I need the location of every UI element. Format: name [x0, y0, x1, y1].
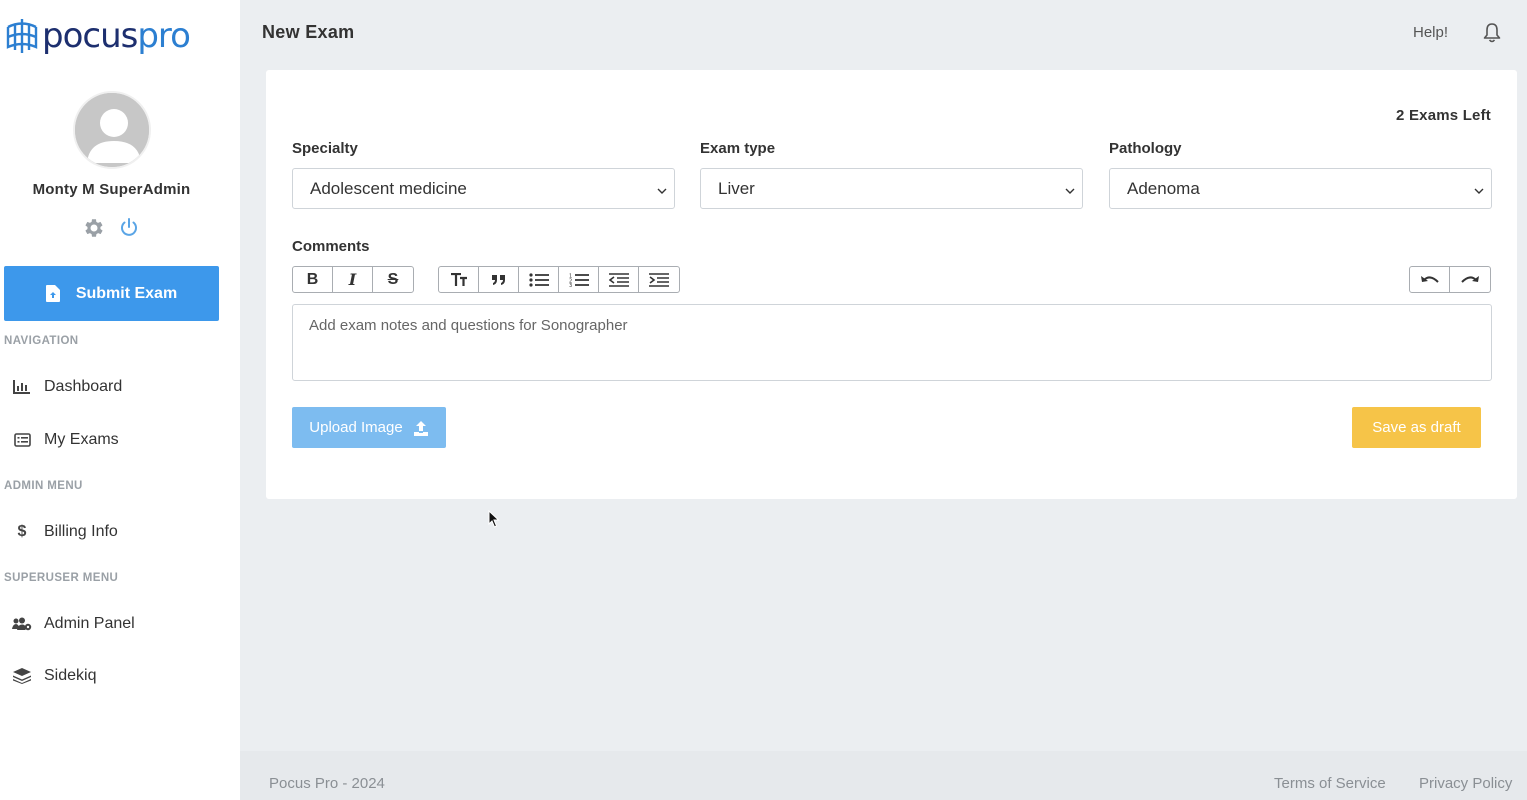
bold-button[interactable]: B: [293, 267, 333, 292]
exams-left-count: 2 Exams Left: [1396, 107, 1491, 124]
sidebar-item-label: Billing Info: [44, 523, 118, 540]
terms-of-service-link[interactable]: Terms of Service: [1274, 775, 1386, 792]
sidebar-item-label: My Exams: [44, 431, 119, 448]
sidebar-item-admin-panel[interactable]: Admin Panel: [0, 604, 240, 644]
toolbar-history-group: [1409, 266, 1491, 293]
quote-icon: [491, 274, 505, 285]
bullet-list-icon: [528, 272, 549, 287]
bell-icon[interactable]: [1481, 22, 1503, 49]
dollar-icon: $: [17, 523, 27, 540]
pathology-value: Adenoma: [1127, 178, 1200, 198]
chevron-down-icon: [1473, 182, 1485, 202]
bullet-list-button[interactable]: [519, 267, 559, 292]
user-name: Monty M SuperAdmin: [32, 181, 191, 198]
redo-icon: [1461, 275, 1479, 283]
comments-placeholder: Add exam notes and questions for Sonogra…: [309, 317, 628, 334]
chevron-down-icon: [1064, 182, 1076, 202]
upload-image-label: Upload Image: [309, 419, 403, 436]
new-exam-card: 2 Exams Left Specialty Adolescent medici…: [266, 70, 1517, 499]
avatar[interactable]: [73, 91, 151, 169]
save-as-draft-button[interactable]: Save as draft: [1352, 407, 1481, 448]
upload-icon: [413, 420, 428, 436]
help-link[interactable]: Help!: [1413, 24, 1448, 41]
exam-type-label: Exam type: [700, 140, 776, 157]
sidebar-item-label: Dashboard: [44, 378, 123, 395]
file-upload-icon: [45, 285, 60, 302]
avatar-icon: [75, 93, 149, 167]
layers-icon: [0, 668, 44, 684]
save-as-draft-label: Save as draft: [1372, 419, 1461, 436]
sidebar-item-dashboard[interactable]: Dashboard: [0, 367, 240, 407]
bold-icon: B: [306, 270, 319, 288]
chart-icon: [0, 380, 44, 394]
section-navigation: NAVIGATION: [4, 335, 79, 347]
brand-logo[interactable]: pocuspro: [4, 14, 191, 58]
sidebar-item-label: Sidekiq: [44, 667, 97, 684]
section-admin-menu: ADMIN MENU: [4, 480, 83, 492]
section-superuser-menu: SUPERUSER MENU: [4, 572, 119, 584]
comments-label: Comments: [292, 238, 370, 255]
italic-button[interactable]: I: [333, 267, 373, 292]
page-title: New Exam: [262, 22, 355, 42]
toolbar-format-group: B I S: [292, 266, 414, 293]
numbered-list-button[interactable]: 123: [559, 267, 599, 292]
redo-button[interactable]: [1450, 267, 1490, 292]
specialty-label: Specialty: [292, 140, 358, 157]
submit-exam-label: Submit Exam: [75, 284, 178, 302]
italic-icon: I: [348, 270, 357, 289]
sidebar-item-my-exams[interactable]: My Exams: [0, 420, 240, 460]
logo-icon: [6, 19, 38, 53]
indent-icon: [649, 272, 669, 287]
sidebar-item-billing-info[interactable]: $ Billing Info: [0, 512, 240, 552]
heading-icon: [450, 272, 467, 286]
logo-text-pro: pro: [137, 16, 191, 56]
pathology-select[interactable]: Adenoma: [1109, 168, 1492, 209]
undo-button[interactable]: [1410, 267, 1450, 292]
logo-text-pocus: pocus: [42, 16, 138, 56]
cursor-icon: [488, 509, 500, 533]
strikethrough-button[interactable]: S: [373, 267, 413, 292]
strikethrough-icon: S: [387, 270, 399, 288]
upload-image-button[interactable]: Upload Image: [292, 407, 446, 448]
pathology-label: Pathology: [1109, 140, 1182, 157]
comments-editor[interactable]: Add exam notes and questions for Sonogra…: [292, 304, 1492, 381]
heading-button[interactable]: [439, 267, 479, 292]
quote-button[interactable]: [479, 267, 519, 292]
svg-text:3: 3: [569, 283, 572, 287]
chevron-down-icon: [656, 182, 668, 202]
toolbar-block-group: 123: [438, 266, 680, 293]
numbered-list-icon: 123: [569, 273, 589, 287]
sidebar: pocuspro Monty M SuperAdmin Submit Exam …: [0, 0, 240, 800]
sidebar-item-sidekiq[interactable]: Sidekiq: [0, 656, 240, 696]
outdent-button[interactable]: [599, 267, 639, 292]
footer: Pocus Pro - 2024 Terms of Service Privac…: [240, 751, 1527, 800]
submit-exam-button[interactable]: Submit Exam: [4, 266, 219, 321]
users-cog-icon: [0, 617, 44, 631]
footer-copyright: Pocus Pro - 2024: [269, 775, 385, 792]
exam-type-value: Liver: [718, 178, 755, 198]
indent-button[interactable]: [639, 267, 679, 292]
outdent-icon: [608, 272, 629, 287]
undo-icon: [1420, 275, 1439, 283]
list-icon: [0, 433, 44, 447]
exam-type-select[interactable]: Liver: [700, 168, 1083, 209]
sidebar-item-label: Admin Panel: [44, 615, 135, 632]
power-icon[interactable]: [118, 217, 140, 244]
privacy-policy-link[interactable]: Privacy Policy: [1419, 775, 1512, 792]
specialty-select[interactable]: Adolescent medicine: [292, 168, 675, 209]
gear-icon[interactable]: [81, 216, 105, 245]
specialty-value: Adolescent medicine: [310, 178, 467, 198]
